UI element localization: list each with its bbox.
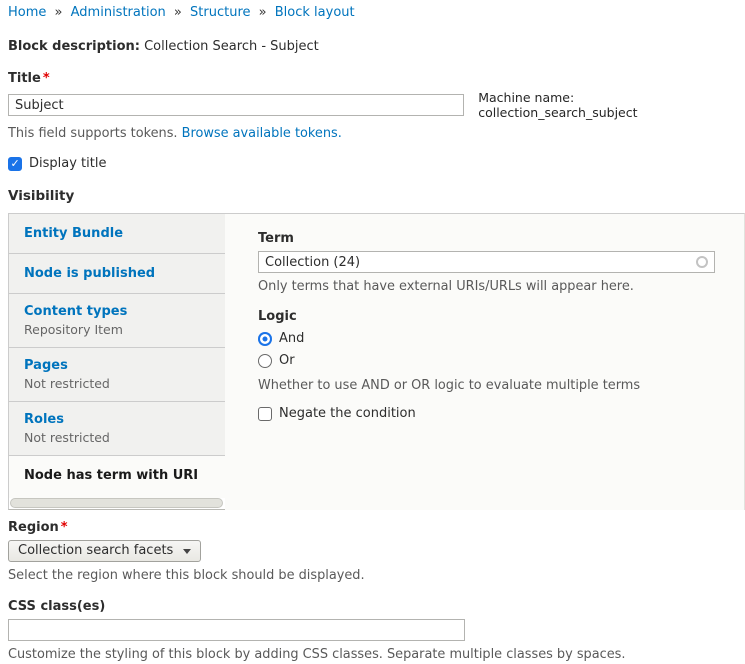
block-description: Block description: Collection Search - S… [8,39,737,55]
tab-label[interactable]: Content types [24,303,215,320]
region-select[interactable]: Collection search facets [8,540,201,562]
negate-condition-checkbox[interactable] [258,407,272,421]
region-selected-option[interactable]: Collection search facets [18,541,173,561]
radio-or-icon[interactable] [258,354,272,368]
tab-label[interactable]: Entity Bundle [24,225,215,242]
visibility-tab-panel: Term Only terms that have external URIs/… [225,214,744,510]
display-title-row[interactable]: Display title [8,156,737,171]
term-label: Term [258,231,715,247]
logic-label: Logic [258,309,715,325]
negate-condition-row[interactable]: Negate the condition [258,406,715,421]
title-help-text: This field supports tokens. Browse avail… [8,126,737,141]
breadcrumb-link-block-layout[interactable]: Block layout [275,5,355,20]
required-marker: * [43,71,50,86]
tab-label[interactable]: Node is published [24,265,215,282]
horizontal-scrollbar[interactable] [10,498,223,508]
breadcrumb-link-administration[interactable]: Administration [71,5,166,20]
term-description: Only terms that have external URIs/URLs … [258,279,715,294]
block-description-label: Block description: [8,39,140,54]
tab-roles[interactable]: Roles Not restricted [9,402,225,456]
required-marker: * [61,520,68,535]
tab-label[interactable]: Roles [24,411,215,428]
tab-summary: Repository Item [24,322,215,337]
block-description-value: Collection Search - Subject [144,39,319,54]
tab-node-is-published[interactable]: Node is published [9,254,225,294]
breadcrumb-separator: » [259,5,267,20]
radio-and-label[interactable]: And [279,331,304,346]
css-classes-input[interactable] [8,619,465,641]
chevron-down-icon [183,549,191,554]
machine-name-text: Machine name: collection_search_subject [478,90,737,120]
autocomplete-circle-icon [696,256,708,268]
tab-entity-bundle[interactable]: Entity Bundle [9,214,225,254]
display-title-label[interactable]: Display title [29,156,106,171]
css-classes-description: Customize the styling of this block by a… [8,647,737,662]
region-label-text: Region [8,520,59,535]
css-classes-label: CSS class(es) [8,599,737,615]
visibility-heading: Visibility [8,188,737,204]
negate-condition-label[interactable]: Negate the condition [279,406,416,421]
display-title-checkbox[interactable] [8,157,22,171]
title-label-text: Title [8,71,41,86]
region-description: Select the region where this block shoul… [8,568,737,583]
browse-tokens-link[interactable]: Browse available tokens. [182,126,342,141]
visibility-tab-list: Entity Bundle Node is published Content … [8,214,225,510]
radio-and-icon[interactable] [258,332,272,346]
breadcrumb-link-home[interactable]: Home [8,5,46,20]
term-autocomplete-input[interactable] [258,251,715,273]
tab-summary: Not restricted [24,376,215,391]
visibility-vertical-tabs: Entity Bundle Node is published Content … [8,213,745,510]
breadcrumb: Home » Administration » Structure » Bloc… [8,4,737,21]
tab-label[interactable]: Node has term with URI [24,467,215,484]
region-label: Region* [8,520,737,536]
logic-option-or[interactable]: Or [258,352,715,369]
tab-summary: Not restricted [24,430,215,445]
breadcrumb-link-structure[interactable]: Structure [190,5,250,20]
breadcrumb-separator: » [55,5,63,20]
title-input[interactable] [8,94,464,116]
tab-label[interactable]: Pages [24,357,215,374]
radio-or-label[interactable]: Or [279,353,295,368]
tab-content-types[interactable]: Content types Repository Item [9,294,225,348]
title-help-prefix: This field supports tokens. [8,126,182,141]
logic-description: Whether to use AND or OR logic to evalua… [258,378,715,393]
block-config-page: Home » Administration » Structure » Bloc… [0,0,745,664]
title-label: Title* [8,71,737,87]
tab-node-has-term-with-uri[interactable]: Node has term with URI [9,456,225,495]
logic-option-and[interactable]: And [258,330,715,347]
breadcrumb-separator: » [174,5,182,20]
tab-pages[interactable]: Pages Not restricted [9,348,225,402]
